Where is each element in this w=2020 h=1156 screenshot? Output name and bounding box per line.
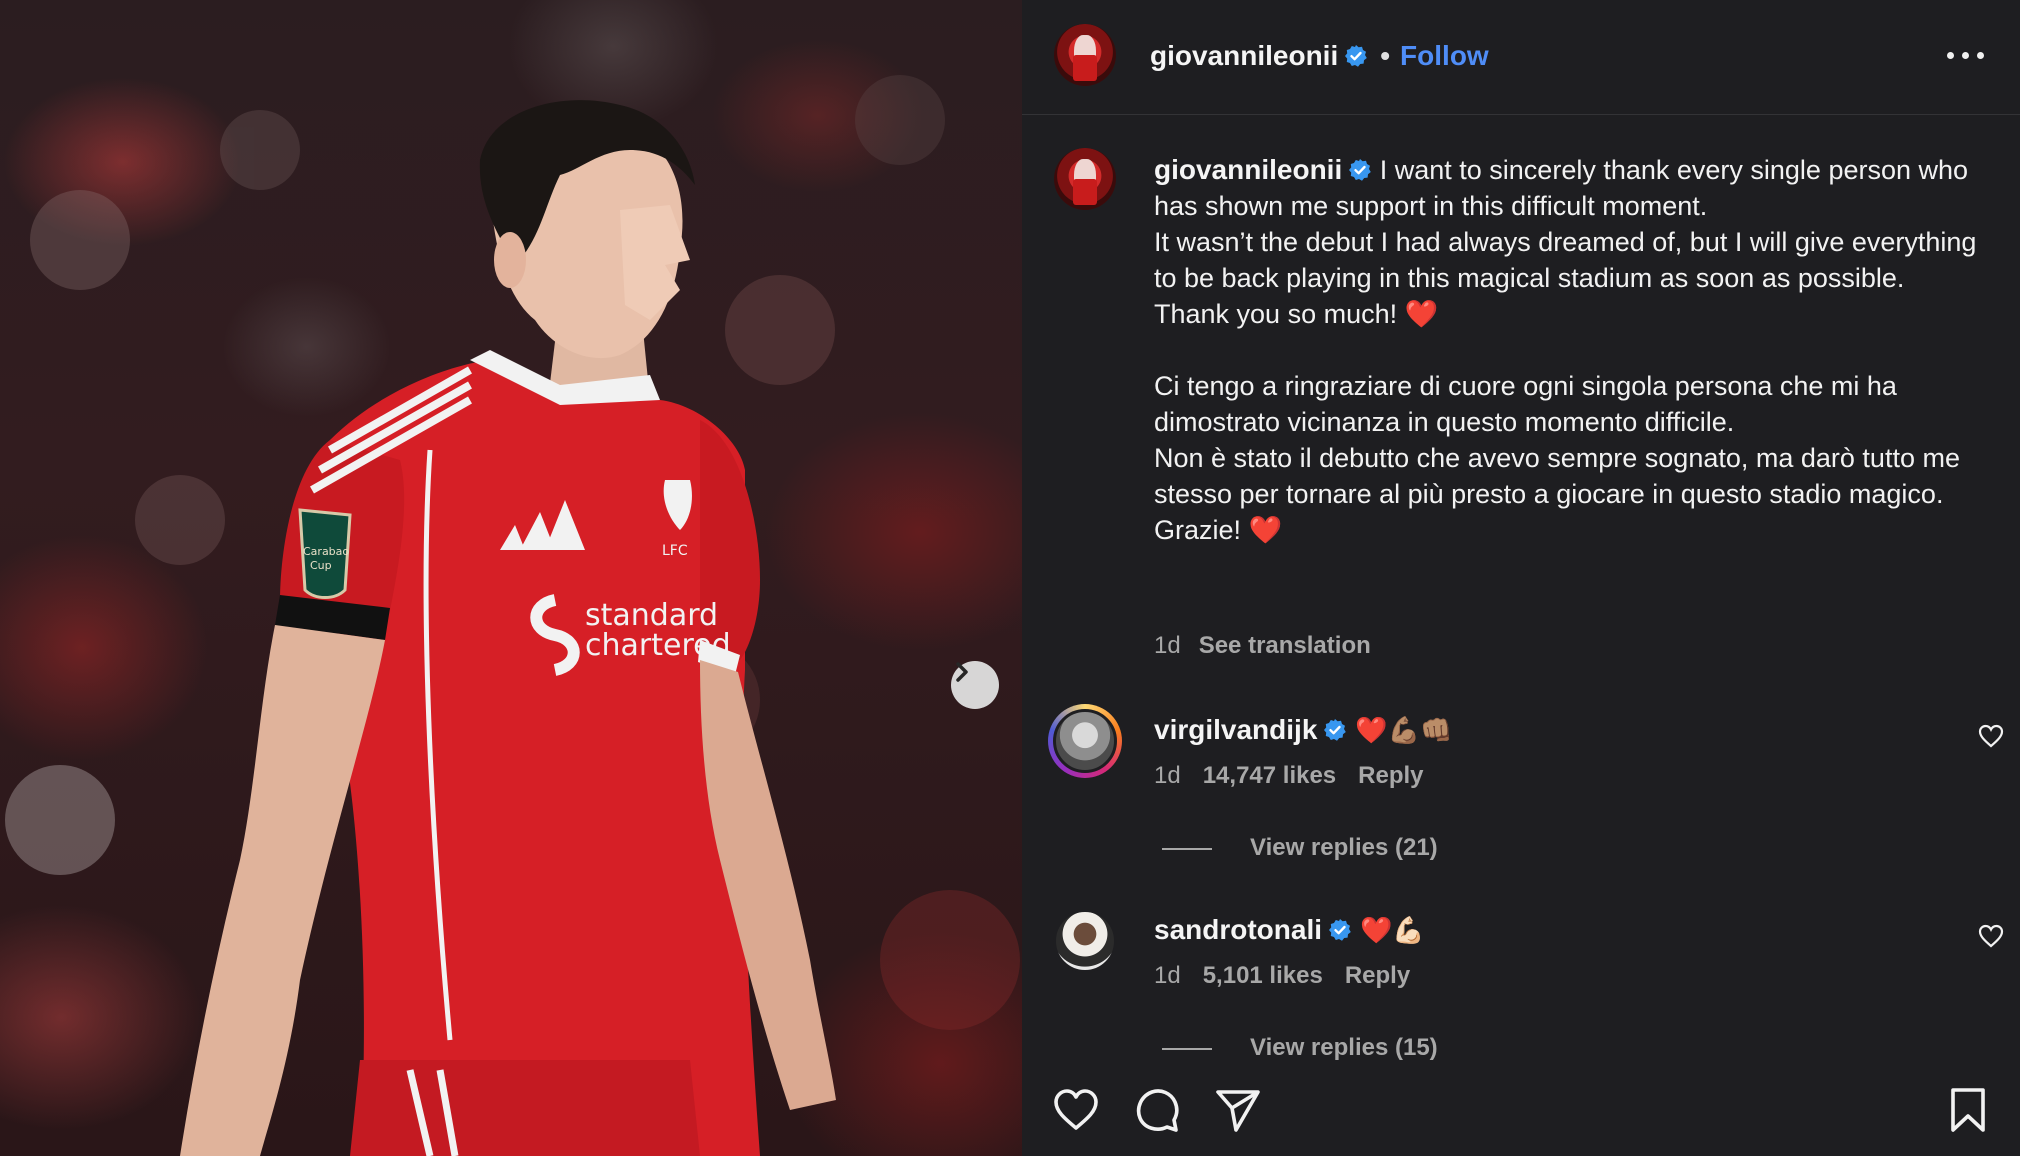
replies-divider: [1162, 1047, 1212, 1050]
reply-button[interactable]: Reply: [1345, 962, 1410, 989]
like-heart-icon[interactable]: [1052, 1086, 1100, 1134]
author-username[interactable]: giovannileonii: [1150, 40, 1338, 71]
verified-badge-icon: [1349, 159, 1372, 181]
bookmark-icon[interactable]: [1944, 1086, 1992, 1134]
follow-button[interactable]: Follow: [1400, 40, 1489, 71]
replies-divider: [1162, 847, 1212, 850]
comment-time: 1d: [1154, 762, 1181, 789]
commenter-avatar[interactable]: [1048, 704, 1122, 778]
post-header: giovannileonii • Follow: [1022, 0, 2020, 115]
chevron-right-icon: [956, 662, 968, 682]
post-actions-bar: [1022, 1060, 2020, 1156]
next-photo-button[interactable]: [951, 661, 999, 709]
view-replies-button[interactable]: View replies (21): [1162, 834, 1438, 862]
comment-body: sandrotonali ❤️💪🏻: [1154, 914, 1425, 946]
caption-body: giovannileonii I want to sincerely thank…: [1154, 152, 1994, 548]
comment-text: ❤️💪🏻: [1360, 915, 1425, 945]
verified-badge-icon: [1345, 45, 1368, 67]
more-dot: [1962, 52, 1969, 59]
player-illustration: standard chartered LFC Carabao Cup: [5, 75, 1020, 1156]
heart-icon[interactable]: [1978, 924, 2004, 948]
send-icon[interactable]: [1214, 1086, 1262, 1134]
comment-meta: 1d 5,101 likes Reply: [1154, 962, 1410, 990]
verified-badge-icon: [1324, 719, 1347, 741]
more-dot: [1977, 52, 1984, 59]
see-translation-link[interactable]: See translation: [1199, 632, 1371, 659]
view-replies-label: View replies (21): [1250, 834, 1438, 861]
caption-username[interactable]: giovannileonii: [1154, 154, 1342, 185]
caption-time: 1d: [1154, 632, 1181, 659]
heart-icon[interactable]: [1978, 724, 2004, 748]
crest-text: LFC: [662, 543, 688, 559]
badge-text-1: Carabao: [303, 545, 349, 558]
comment-text: ❤️💪🏽👊🏽: [1355, 715, 1453, 745]
separator-dot: •: [1380, 40, 1391, 71]
commenter-username[interactable]: sandrotonali: [1154, 914, 1322, 945]
caption-author-avatar[interactable]: [1054, 148, 1116, 210]
comment-body: virgilvandijk ❤️💪🏽👊🏽: [1154, 714, 1453, 746]
reply-button[interactable]: Reply: [1358, 762, 1423, 789]
post-photo: standard chartered LFC Carabao Cup: [0, 0, 1022, 1156]
commenter-username[interactable]: virgilvandijk: [1154, 714, 1317, 745]
view-replies-label: View replies (15): [1250, 1034, 1438, 1061]
author-avatar[interactable]: [1054, 24, 1116, 86]
caption-text: I want to sincerely thank every single p…: [1154, 155, 1977, 545]
view-replies-button[interactable]: View replies (15): [1162, 1034, 1438, 1062]
more-options-icon: [1947, 52, 1954, 59]
verified-badge-icon: [1329, 919, 1351, 941]
more-options-button[interactable]: [1947, 46, 1987, 66]
comment-icon[interactable]: [1133, 1086, 1181, 1134]
post-sidebar: giovannileonii • Follow giovannileonii I w…: [1022, 0, 2020, 1156]
caption-meta: 1d See translation: [1154, 632, 1371, 660]
comment-time: 1d: [1154, 962, 1181, 989]
badge-text-2: Cup: [310, 559, 332, 572]
comment-meta: 1d 14,747 likes Reply: [1154, 762, 1424, 790]
header-user-line: giovannileonii • Follow: [1150, 40, 1489, 72]
commenter-avatar[interactable]: [1048, 904, 1122, 978]
sponsor-text-2: chartered: [585, 628, 731, 663]
comment-likes[interactable]: 5,101 likes: [1203, 962, 1323, 989]
comment-likes[interactable]: 14,747 likes: [1203, 762, 1336, 789]
